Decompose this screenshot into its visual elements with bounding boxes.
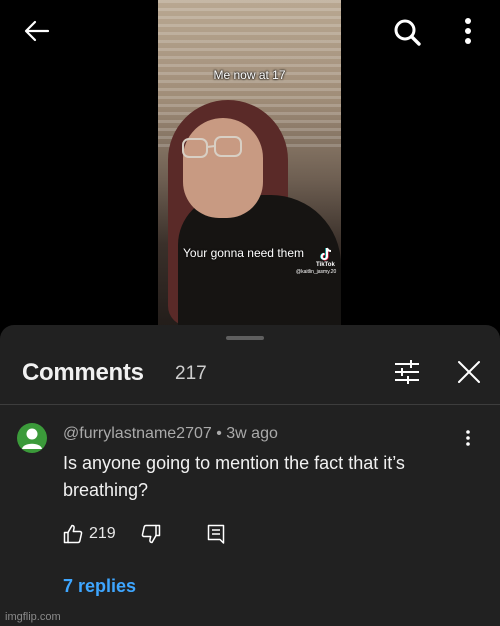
header-divider: [0, 404, 500, 405]
sort-filter-button[interactable]: [390, 355, 424, 389]
like-button[interactable]: 219: [63, 524, 116, 544]
comment-item: @furrylastname2707 • 3w ago Is anyone go…: [0, 420, 500, 620]
like-count: 219: [89, 525, 116, 542]
person-face: [183, 118, 263, 218]
search-icon: [394, 19, 421, 46]
arrow-left-icon: [24, 20, 50, 42]
default-avatar-icon: [22, 428, 42, 449]
comment-time: 3w ago: [226, 425, 278, 442]
video-caption-top: Me now at 17: [213, 68, 286, 82]
more-vertical-icon: [465, 18, 471, 44]
reply-comment-icon: [207, 524, 224, 544]
watermark: imgflip.com: [5, 611, 61, 623]
dislike-button[interactable]: [141, 524, 161, 544]
more-vertical-icon: [466, 430, 470, 446]
comment-author[interactable]: @furrylastname2707: [63, 425, 212, 442]
thumbs-down-icon: [141, 524, 160, 544]
more-options-button[interactable]: [452, 15, 484, 47]
tiktok-handle: @kaitlin_jasmy.20: [296, 269, 337, 275]
close-button[interactable]: [452, 355, 486, 389]
comment-actions: 219: [63, 520, 225, 548]
video-frame[interactable]: Me now at 17 Your gonna need them TikTok…: [158, 0, 341, 326]
drag-handle[interactable]: [226, 336, 264, 340]
comments-count: 217: [175, 363, 207, 384]
comment-meta: @furrylastname2707 • 3w ago: [63, 425, 278, 443]
tiktok-label: TikTok: [316, 262, 335, 268]
reply-button[interactable]: [207, 524, 225, 544]
tiktok-icon: [320, 247, 332, 261]
tune-icon: [395, 360, 419, 384]
avatar[interactable]: [17, 423, 47, 453]
video-caption-bottom: Your gonna need them: [183, 246, 304, 260]
comments-title: Comments: [22, 359, 144, 386]
close-icon: [458, 361, 480, 383]
comment-text: Is anyone going to mention the fact that…: [63, 453, 405, 500]
back-button[interactable]: [21, 15, 53, 47]
thumbs-up-icon: [63, 524, 83, 544]
search-button[interactable]: [391, 16, 423, 48]
comments-header: Comments 217: [0, 353, 500, 397]
person-body: [178, 195, 341, 326]
comment-menu-button[interactable]: [456, 426, 480, 450]
video-player[interactable]: Me now at 17 Your gonna need them TikTok…: [0, 0, 500, 326]
glasses-graphic: [182, 136, 242, 158]
view-replies-link[interactable]: 7 replies: [63, 576, 136, 597]
meta-separator: •: [211, 425, 227, 442]
comments-panel: Comments 217 @furrylastname2707 • 3w ago…: [0, 325, 500, 626]
